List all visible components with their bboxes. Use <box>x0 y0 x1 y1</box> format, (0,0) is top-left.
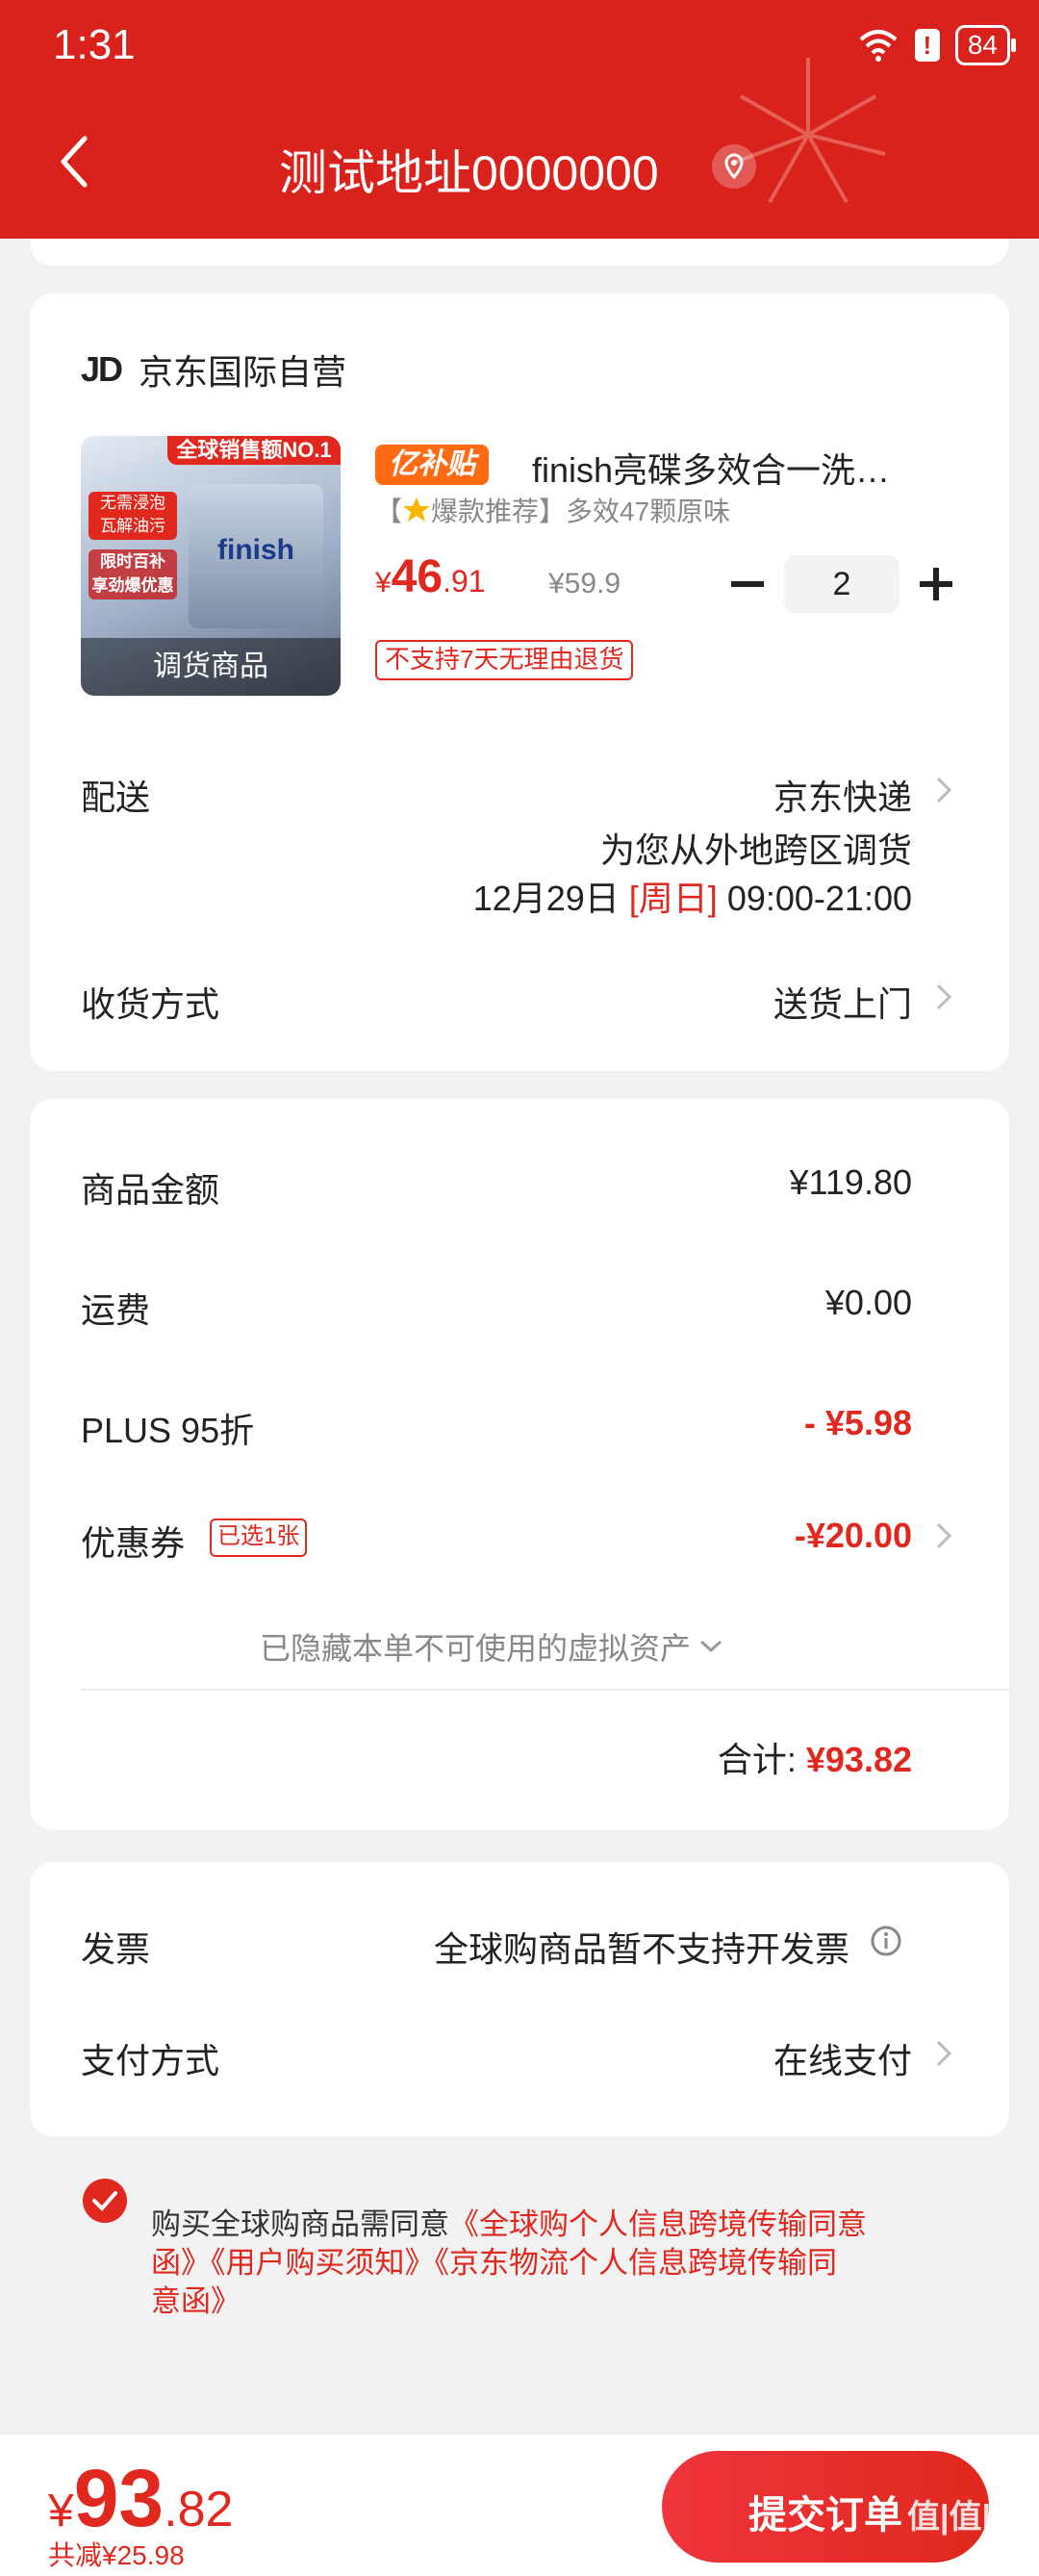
check-icon <box>92 2191 117 2211</box>
delivery-carrier[interactable]: 京东快递 <box>773 770 912 820</box>
invoice-label: 发票 <box>81 1929 151 1969</box>
chevron-right-icon[interactable] <box>935 776 952 804</box>
star-icon <box>403 497 431 522</box>
invoice-value: 全球购商品暂不支持开发票 <box>433 1929 849 1969</box>
top-header: 1:31 ! 84 测试地址0000000 <box>0 0 1039 239</box>
payment-value[interactable]: 在线支付 <box>773 2033 912 2083</box>
image-promo-2: 限时百补 享劲爆优惠 <box>89 549 177 599</box>
increase-button[interactable] <box>920 568 952 600</box>
delivery-label: 配送 <box>81 778 151 817</box>
status-icons: ! 84 <box>857 25 1017 65</box>
chevron-right-icon[interactable] <box>935 2039 952 2068</box>
bottom-total: ¥93.82 <box>48 2453 234 2543</box>
firework-decoration-icon <box>730 58 886 203</box>
summary-divider <box>81 1689 1009 1691</box>
plus-discount-value: - ¥5.98 <box>803 1403 912 1442</box>
jd-logo: JD <box>81 349 123 389</box>
invoice-payment-card <box>30 1862 1009 2136</box>
agreement-checkbox[interactable] <box>83 2179 127 2223</box>
decrease-button[interactable] <box>731 581 764 587</box>
address-card-bottom <box>30 239 1009 266</box>
location-pin-icon[interactable] <box>712 144 756 189</box>
info-icon[interactable] <box>870 1925 902 1957</box>
battery-icon: 84 <box>954 25 1017 65</box>
shop-name: 京东国际自营 <box>139 352 347 392</box>
coupon-value[interactable]: -¥20.00 <box>795 1516 912 1556</box>
shipping-label: 运费 <box>81 1290 151 1330</box>
chevron-right-icon[interactable] <box>935 1521 952 1550</box>
wifi-icon <box>859 30 898 62</box>
product-subtitle: 【 爆款推荐】多效47颗原味 <box>375 497 731 526</box>
agreement-link[interactable]: 函》《用户购买须知》《京东物流个人信息跨境传输同 <box>151 2244 950 2283</box>
quantity-input[interactable]: 2 <box>784 555 900 613</box>
image-banner: 全球销售额NO.1 <box>167 436 341 465</box>
plus-discount-label: PLUS 95折 <box>81 1411 255 1450</box>
back-arrow-icon[interactable] <box>60 135 89 189</box>
product-pack: finish <box>189 484 323 628</box>
total-saved: 共减¥25.98 <box>48 2540 185 2570</box>
goods-amount-value: ¥119.80 <box>789 1162 912 1202</box>
payment-label: 支付方式 <box>81 2041 220 2080</box>
return-policy-tag: 不支持7天无理由退货 <box>375 640 634 680</box>
image-promo-1: 无需浸泡 瓦解油污 <box>89 492 177 540</box>
coupon-label[interactable]: 优惠券 <box>81 1516 185 1566</box>
agreement-text: 购买全球购商品需同意《全球购个人信息跨境传输同意 函》《用户购买须知》《京东物流… <box>151 2206 950 2321</box>
address-title[interactable]: 测试地址0000000 <box>279 135 659 204</box>
coupon-count-tag: 已选1张 <box>210 1518 308 1557</box>
alert-icon: ! <box>914 29 940 62</box>
chevron-down-icon <box>700 1640 722 1653</box>
receive-label: 收货方式 <box>81 984 220 1024</box>
goods-amount-label: 商品金额 <box>81 1170 220 1210</box>
product-title[interactable]: finish亮碟多效合一洗… <box>532 443 890 493</box>
agreement-link[interactable]: 《全球购个人信息跨境传输同意 <box>449 2207 867 2241</box>
status-time: 1:31 <box>53 21 136 68</box>
subsidy-badge: 亿补贴 <box>375 445 489 485</box>
product-image[interactable]: 全球销售额NO.1 无需浸泡 瓦解油污 限时百补 享劲爆优惠 finish 调货商品 <box>81 436 341 696</box>
original-price: ¥59.9 <box>548 568 621 599</box>
image-label: 调货商品 <box>81 638 341 696</box>
total-row: 合计: ¥93.82 <box>717 1740 912 1779</box>
delivery-time: 12月29日 [周日] 09:00-21:00 <box>472 879 912 918</box>
shipping-value: ¥0.00 <box>824 1283 912 1322</box>
chevron-right-icon[interactable] <box>935 982 952 1011</box>
agreement-link[interactable]: 意函》 <box>151 2283 950 2321</box>
watermark: 值|值|值 <box>906 2499 1024 2536</box>
product-price: ¥46.91 <box>375 551 486 602</box>
receive-value[interactable]: 送货上门 <box>773 977 912 1027</box>
shop-header[interactable]: JD 京东国际自营 <box>81 344 346 395</box>
hidden-assets-toggle[interactable]: 已隐藏本单不可使用的虚拟资产 <box>260 1624 723 1669</box>
delivery-note: 为您从外地跨区调货 <box>599 830 912 870</box>
